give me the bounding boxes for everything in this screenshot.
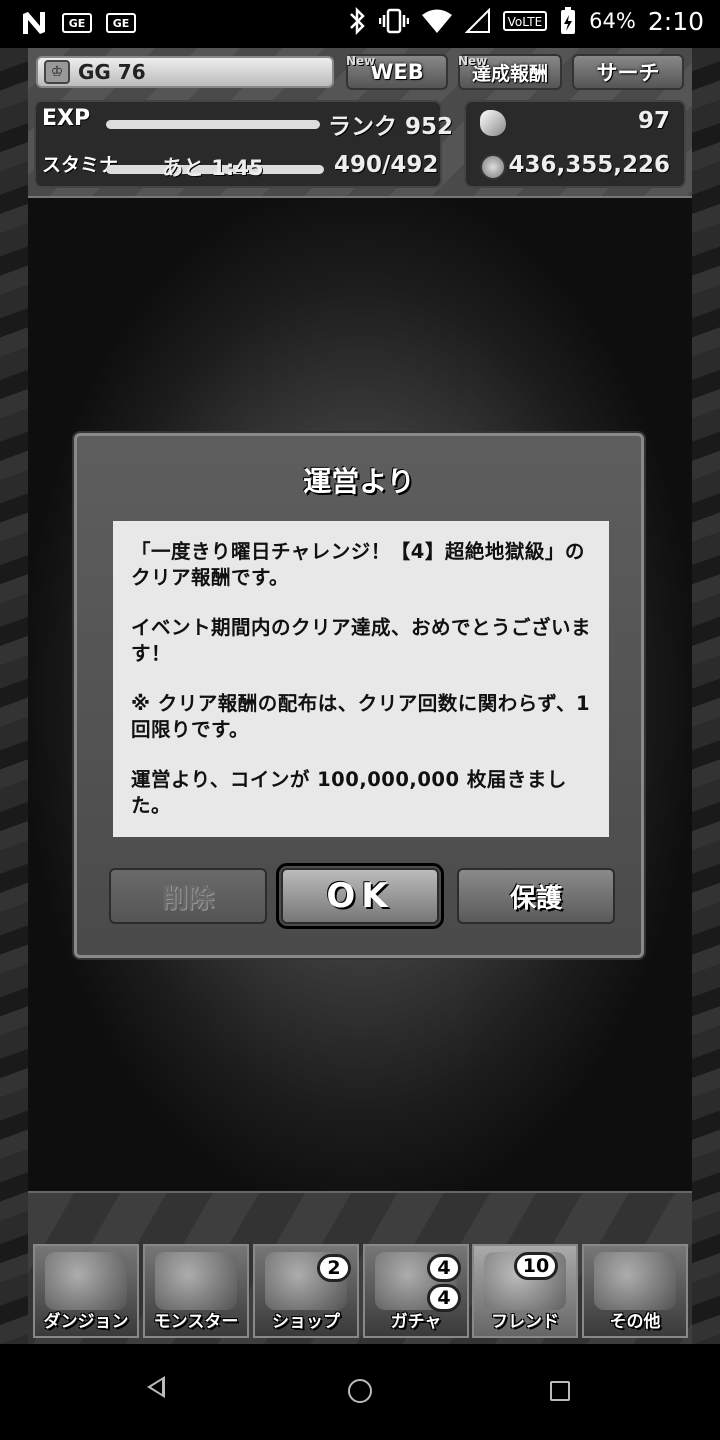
gacha-badge: 4 [427, 1254, 461, 1282]
magic-stone-count: 97 [637, 108, 670, 134]
player-name-box[interactable]: ♔ GG 76 [36, 56, 334, 88]
battery-charging-icon [561, 7, 576, 34]
delete-button[interactable]: 削除 [109, 868, 267, 924]
message-paragraph: 運営より、コインが 100,000,000 枚届きました。 [131, 768, 567, 817]
player-name: GG 76 [78, 60, 146, 84]
stamina-value: 490/492 [334, 152, 439, 178]
volte-icon: VoLTE [502, 11, 548, 31]
dragon-icon [155, 1252, 237, 1310]
exp-stamina-panel: EXP ランク 952 スタミナ あと 1:45 490/492 [34, 100, 453, 188]
tab-label: その他 [609, 1312, 661, 1332]
protect-button[interactable]: 保護 [457, 868, 615, 924]
battery-percent: 64% [589, 9, 636, 33]
currency-panel: 97 436,355,226 [464, 100, 686, 188]
message-paragraph: イベント期間内のクリア達成、おめでとうございます！ [131, 616, 592, 665]
home-icon[interactable] [348, 1379, 372, 1403]
dungeon-gate-icon [45, 1252, 127, 1310]
system-nav-bar [0, 1344, 720, 1440]
search-button-label: サーチ [596, 61, 660, 85]
web-button-label: WEB [370, 60, 424, 84]
exp-label: EXP [42, 106, 91, 131]
status-bar: GE GE VoLTE 64% 2:10 [0, 0, 720, 48]
message-paragraph: ※ クリア報酬の配布は、クリア回数に関わらず、1回限りです。 [131, 692, 591, 741]
rank-text: ランク 952 [328, 114, 454, 140]
tab-friend[interactable]: 10 フレンド [472, 1244, 578, 1338]
wifi-icon [421, 9, 452, 33]
search-button[interactable]: サーチ [572, 54, 684, 90]
n-notification-icon [23, 12, 45, 34]
tab-label: ダンジョン [43, 1312, 129, 1332]
message-box[interactable]: 「一度きり曜日チャレンジ！【4】超絶地獄級」のクリア報酬です。 イベント期間内の… [113, 521, 609, 837]
crown-icon: ♔ [44, 60, 70, 84]
friend-badge: 10 [514, 1252, 558, 1280]
tab-monster[interactable]: モンスター [143, 1244, 249, 1338]
question-icon [594, 1252, 676, 1310]
game-screen: ♔ GG 76 New WEB New 達成報酬 サーチ EXP ランク 952… [0, 48, 720, 1346]
clock: 2:10 [647, 6, 704, 36]
tab-dungeon[interactable]: ダンジョン [33, 1244, 139, 1338]
magic-stone-icon [480, 110, 506, 136]
tab-label: ガチャ [390, 1312, 442, 1332]
ge-notification-icon: GE [62, 13, 92, 33]
rock-border-right [692, 48, 720, 1344]
message-paragraph: 「一度きり曜日チャレンジ！【4】超絶地獄級」のクリア報酬です。 [131, 540, 585, 589]
bluetooth-icon [349, 6, 365, 36]
dialog-title: 運営より [303, 465, 415, 498]
rock-border-left [0, 48, 28, 1344]
tab-label: フレンド [491, 1312, 559, 1332]
tab-gacha[interactable]: 4 4 ガチャ [363, 1244, 469, 1338]
coin-icon [480, 154, 506, 180]
tab-shop[interactable]: 2 ショップ [253, 1244, 359, 1338]
vibrate-icon [378, 8, 409, 34]
recent-apps-icon[interactable] [550, 1381, 570, 1401]
stamina-timer: あと 1:45 [162, 156, 264, 180]
ge-notification-icon: GE [106, 13, 136, 33]
new-tag: New [458, 54, 488, 68]
ok-button[interactable]: OK [276, 863, 444, 929]
tab-label: ショップ [272, 1312, 340, 1332]
exp-bar [106, 120, 320, 129]
signal-icon [464, 8, 490, 33]
tab-other[interactable]: その他 [582, 1244, 688, 1338]
achievement-reward-button[interactable]: New 達成報酬 [458, 54, 562, 90]
shop-badge: 2 [317, 1254, 351, 1282]
top-hud: ♔ GG 76 New WEB New 達成報酬 サーチ EXP ランク 952… [28, 48, 692, 198]
web-button[interactable]: New WEB [346, 54, 448, 90]
back-icon[interactable] [147, 1376, 165, 1398]
coin-count: 436,355,226 [508, 152, 670, 178]
message-dialog: 運営より 「一度きり曜日チャレンジ！【4】超絶地獄級」のクリア報酬です。 イベン… [74, 433, 644, 958]
new-tag: New [346, 54, 376, 68]
tab-label: モンスター [153, 1312, 239, 1332]
